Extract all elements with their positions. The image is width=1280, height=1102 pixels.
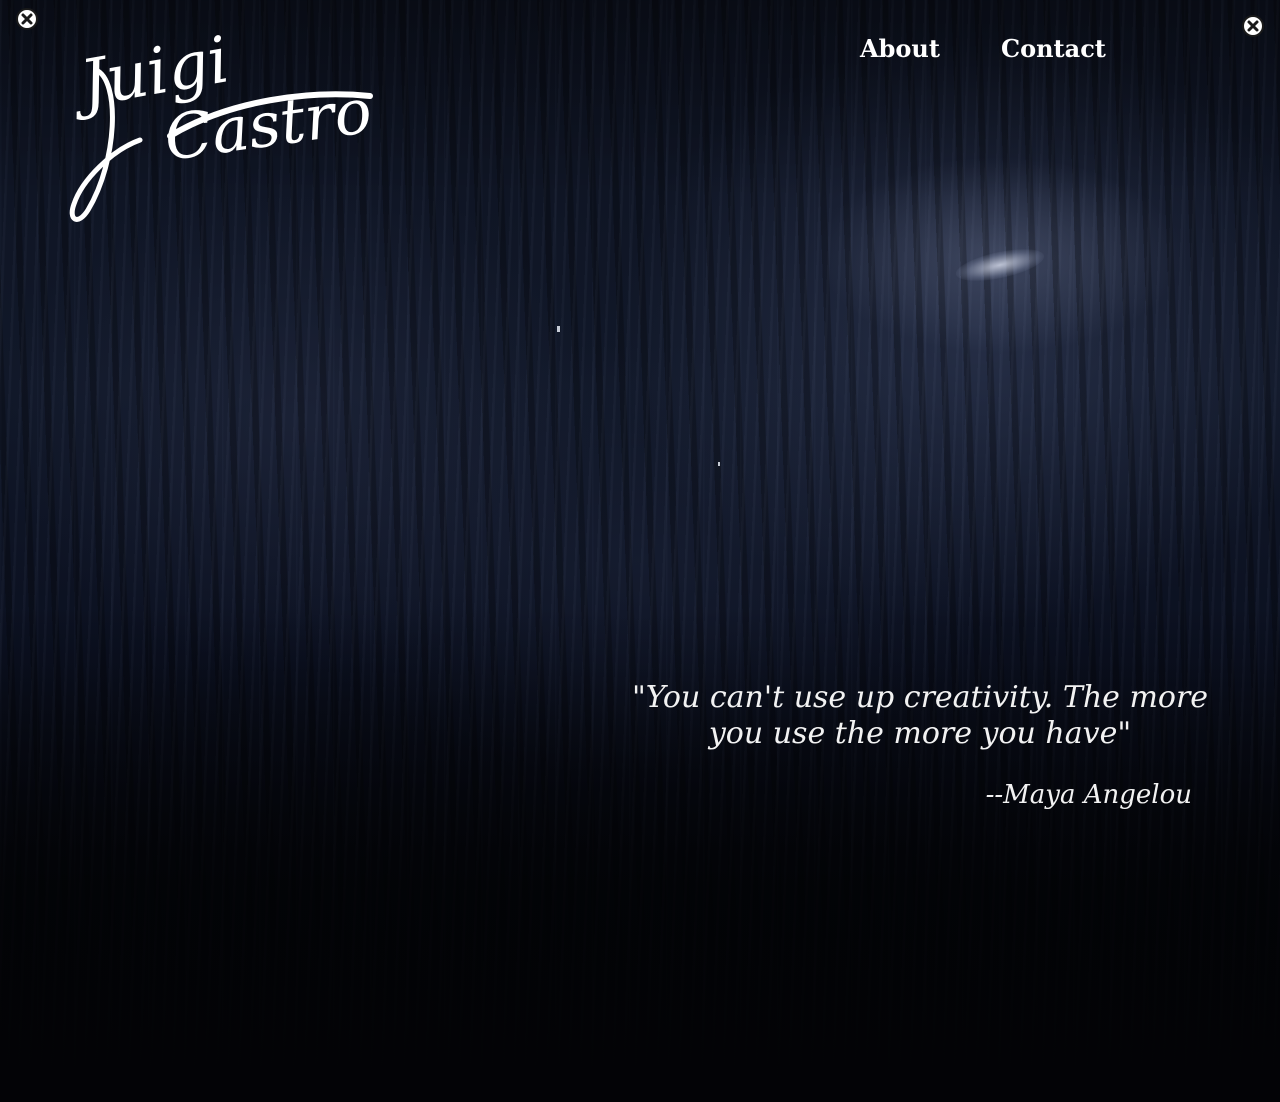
- close-button-right[interactable]: [1242, 15, 1264, 37]
- quote-block: "You can't use up creativity. The more y…: [630, 680, 1210, 830]
- page: Juigi Castro About Contact "You can't us…: [0, 0, 1280, 1102]
- speck: [718, 462, 720, 466]
- speck: [557, 326, 560, 332]
- close-button-left[interactable]: [16, 8, 38, 30]
- close-icon: [21, 13, 33, 25]
- quote-author: --Maya Angelou: [985, 780, 1192, 810]
- nav-link-contact[interactable]: Contact: [1001, 34, 1106, 63]
- site-logo[interactable]: Juigi Castro: [60, 23, 380, 230]
- light-glint: [953, 242, 1047, 288]
- quote-text: "You can't use up creativity. The more y…: [631, 680, 1209, 751]
- main-nav: About Contact: [840, 34, 1140, 68]
- close-icon: [1247, 20, 1259, 32]
- nav-link-about[interactable]: About: [860, 34, 940, 63]
